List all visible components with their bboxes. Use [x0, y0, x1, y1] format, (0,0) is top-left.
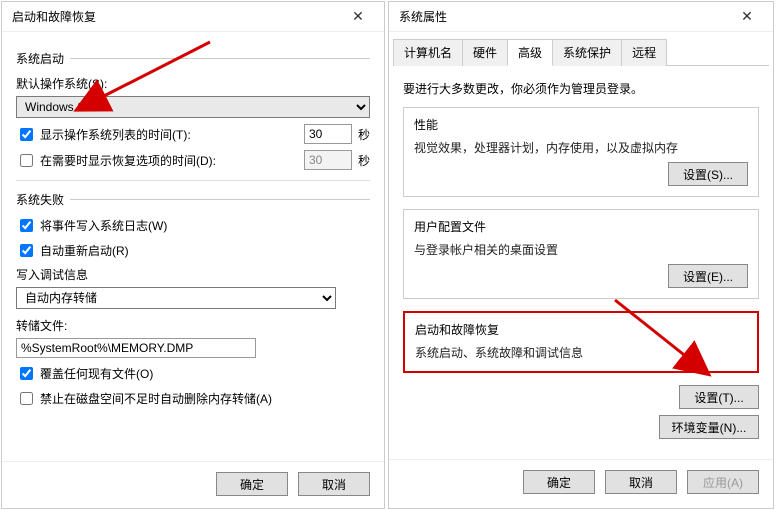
admin-note: 要进行大多数更改，你必须作为管理员登录。 — [403, 80, 759, 97]
dialog-title: 系统属性 — [399, 8, 727, 25]
show-os-list-text: 显示操作系统列表的时间(T): — [40, 126, 191, 143]
group-performance-desc: 视觉效果，处理器计划，内存使用，以及虚拟内存 — [414, 139, 748, 156]
close-icon[interactable]: ✕ — [338, 8, 378, 25]
tab-advanced[interactable]: 高级 — [507, 39, 553, 66]
titlebar: 启动和故障恢复 ✕ — [2, 2, 384, 32]
section-startup-label: 系统启动 — [16, 50, 370, 67]
disable-autodelete-checkbox[interactable] — [20, 392, 33, 405]
group-user-profiles: 用户配置文件 与登录帐户相关的桌面设置 设置(E)... — [403, 209, 759, 299]
group-startup-recovery: 启动和故障恢复 系统启动、系统故障和调试信息 — [403, 311, 759, 373]
section-failure-label: 系统失败 — [16, 191, 370, 208]
system-properties-dialog: 系统属性 ✕ 计算机名 硬件 高级 系统保护 远程 要进行大多数更改，你必须作为… — [388, 1, 774, 509]
group-user-profiles-title: 用户配置文件 — [414, 218, 748, 235]
dialog-title: 启动和故障恢复 — [12, 8, 338, 25]
disable-autodelete-checkbox-label[interactable]: 禁止在磁盘空间不足时自动删除内存转储(A) — [16, 389, 272, 408]
overwrite-checkbox[interactable] — [20, 367, 33, 380]
seconds-label-2: 秒 — [358, 152, 370, 169]
tab-bar: 计算机名 硬件 高级 系统保护 远程 — [393, 38, 769, 66]
default-os-select[interactable]: Windows 10 — [16, 96, 370, 118]
user-profiles-settings-button[interactable]: 设置(E)... — [668, 264, 748, 288]
group-performance: 性能 视觉效果，处理器计划，内存使用，以及虚拟内存 设置(S)... — [403, 107, 759, 197]
apply-button[interactable]: 应用(A) — [687, 470, 759, 494]
group-user-profiles-desc: 与登录帐户相关的桌面设置 — [414, 241, 748, 258]
cancel-button[interactable]: 取消 — [605, 470, 677, 494]
startup-recovery-dialog: 启动和故障恢复 ✕ 系统启动 默认操作系统(S): Windows 10 显示操… — [1, 1, 385, 509]
environment-variables-button[interactable]: 环境变量(N)... — [659, 415, 759, 439]
ok-button[interactable]: 确定 — [523, 470, 595, 494]
overwrite-checkbox-label[interactable]: 覆盖任何现有文件(O) — [16, 364, 153, 383]
show-os-list-checkbox-label[interactable]: 显示操作系统列表的时间(T): — [16, 125, 191, 144]
show-recovery-checkbox-label[interactable]: 在需要时显示恢复选项的时间(D): — [16, 151, 216, 170]
overwrite-text: 覆盖任何现有文件(O) — [40, 365, 153, 382]
show-recovery-time-input — [304, 150, 352, 170]
close-icon[interactable]: ✕ — [727, 8, 767, 25]
divider — [16, 180, 370, 181]
show-recovery-text: 在需要时显示恢复选项的时间(D): — [40, 152, 216, 169]
group-startup-recovery-title: 启动和故障恢复 — [415, 321, 747, 338]
dump-file-label: 转储文件: — [16, 317, 370, 334]
tab-remote[interactable]: 远程 — [621, 39, 667, 66]
startup-recovery-settings-button[interactable]: 设置(T)... — [679, 385, 759, 409]
show-os-list-time-input[interactable] — [304, 124, 352, 144]
write-event-checkbox-label[interactable]: 将事件写入系统日志(W) — [16, 216, 167, 235]
write-event-checkbox[interactable] — [20, 219, 33, 232]
dump-file-input[interactable] — [16, 338, 256, 358]
write-event-text: 将事件写入系统日志(W) — [40, 217, 167, 234]
cancel-button[interactable]: 取消 — [298, 472, 370, 496]
titlebar: 系统属性 ✕ — [389, 2, 773, 32]
auto-restart-checkbox-label[interactable]: 自动重新启动(R) — [16, 241, 129, 260]
group-startup-recovery-desc: 系统启动、系统故障和调试信息 — [415, 344, 747, 361]
group-performance-title: 性能 — [414, 116, 748, 133]
ok-button[interactable]: 确定 — [216, 472, 288, 496]
disable-autodelete-text: 禁止在磁盘空间不足时自动删除内存转储(A) — [40, 390, 272, 407]
show-os-list-checkbox[interactable] — [20, 128, 33, 141]
debug-info-select[interactable]: 自动内存转储 — [16, 287, 336, 309]
auto-restart-checkbox[interactable] — [20, 244, 33, 257]
auto-restart-text: 自动重新启动(R) — [40, 242, 129, 259]
seconds-label: 秒 — [358, 126, 370, 143]
show-recovery-checkbox[interactable] — [20, 154, 33, 167]
tab-hardware[interactable]: 硬件 — [462, 39, 508, 66]
tab-system-protection[interactable]: 系统保护 — [552, 39, 622, 66]
tab-computer-name[interactable]: 计算机名 — [393, 39, 463, 66]
default-os-label: 默认操作系统(S): — [16, 75, 370, 92]
debug-info-label: 写入调试信息 — [16, 266, 370, 283]
performance-settings-button[interactable]: 设置(S)... — [668, 162, 748, 186]
